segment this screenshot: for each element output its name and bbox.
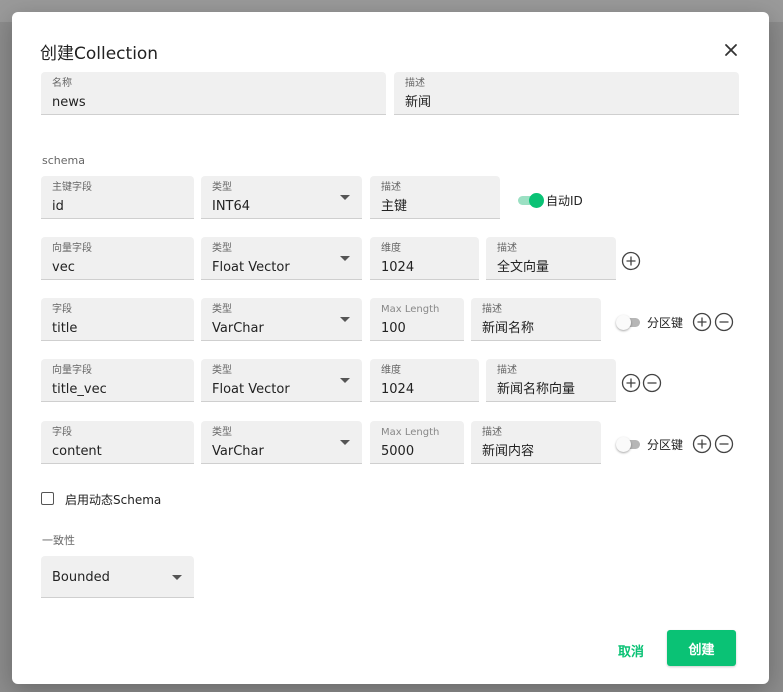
vector-field-name-input[interactable]: 向量字段 title_vec: [41, 359, 194, 402]
field-name-value: id: [52, 199, 64, 214]
chevron-down-icon: [340, 317, 350, 322]
partition-key-label: 分区键: [647, 438, 684, 452]
scalar-field-description-input[interactable]: 描述 新闻名称: [471, 298, 601, 341]
field-type-value: VarChar: [212, 444, 264, 459]
vector-field-dimension-input[interactable]: 维度 1024: [370, 237, 479, 280]
max-length-input[interactable]: Max Length 100: [370, 298, 464, 341]
collection-name-input[interactable]: 名称 news: [41, 72, 386, 115]
field-dimension-label: 维度: [381, 243, 401, 254]
field-type-value: Float Vector: [212, 382, 290, 397]
field-name-value: content: [52, 444, 102, 459]
field-description-label: 描述: [381, 182, 401, 193]
add-circle-icon[interactable]: [692, 312, 712, 332]
consistency-label: 一致性: [42, 534, 75, 547]
chevron-down-icon: [172, 575, 182, 580]
add-circle-icon[interactable]: [621, 373, 641, 393]
consistency-select[interactable]: Bounded: [41, 556, 194, 598]
primary-key-description-input[interactable]: 描述 主键: [370, 176, 500, 219]
field-type-label: 类型: [212, 304, 232, 315]
field-description-value: 新闻名称: [482, 321, 535, 336]
field-dimension-value: 1024: [381, 260, 415, 275]
vector-field-description-input[interactable]: 描述 全文向量: [486, 237, 616, 280]
field-description-label: 描述: [497, 365, 517, 376]
vector-field-type-select[interactable]: 类型 Float Vector: [201, 237, 362, 280]
scalar-field-description-input[interactable]: 描述 新闻内容: [471, 421, 601, 464]
collection-name-label: 名称: [52, 78, 72, 89]
collection-description-value: 新闻: [405, 95, 432, 110]
field-description-value: 新闻名称向量: [497, 382, 576, 397]
field-dimension-label: 维度: [381, 365, 401, 376]
dynamic-schema-checkbox[interactable]: [41, 492, 54, 505]
scalar-field-name-input[interactable]: 字段 title: [41, 298, 194, 341]
field-name-value: title: [52, 321, 78, 336]
collection-description-input[interactable]: 描述 新闻: [394, 72, 739, 115]
field-name-label: 主键字段: [52, 182, 92, 193]
max-length-input[interactable]: Max Length 5000: [370, 421, 464, 464]
field-type-label: 类型: [212, 427, 232, 438]
chevron-down-icon: [340, 195, 350, 200]
schema-section-label: schema: [42, 154, 85, 167]
add-circle-icon[interactable]: [692, 434, 712, 454]
field-description-label: 描述: [482, 427, 502, 438]
collection-name-value: news: [52, 95, 86, 110]
max-length-value: 5000: [381, 444, 415, 459]
max-length-value: 100: [381, 321, 406, 336]
field-name-value: vec: [52, 260, 75, 275]
field-type-value: INT64: [212, 199, 251, 214]
cancel-button[interactable]: 取消: [610, 640, 652, 660]
consistency-value: Bounded: [52, 570, 110, 585]
field-description-value: 主键: [381, 199, 408, 214]
field-type-label: 类型: [212, 243, 232, 254]
field-type-label: 类型: [212, 365, 232, 376]
field-description-value: 全文向量: [497, 260, 550, 275]
remove-circle-icon[interactable]: [714, 434, 734, 454]
create-button[interactable]: 创建: [667, 630, 736, 666]
dialog-title: 创建Collection: [40, 44, 159, 64]
scalar-field-type-select[interactable]: 类型 VarChar: [201, 298, 362, 341]
vector-field-type-select[interactable]: 类型 Float Vector: [201, 359, 362, 402]
field-name-label: 字段: [52, 304, 72, 315]
remove-circle-icon[interactable]: [714, 312, 734, 332]
field-name-label: 字段: [52, 427, 72, 438]
chevron-down-icon: [340, 440, 350, 445]
chevron-down-icon: [340, 256, 350, 261]
partition-key-toggle[interactable]: [616, 314, 644, 330]
auto-id-label: 自动ID: [546, 194, 583, 208]
dynamic-schema-label: 启用动态Schema: [65, 493, 162, 507]
chevron-down-icon: [340, 378, 350, 383]
max-length-label: Max Length: [381, 427, 440, 438]
field-description-value: 新闻内容: [482, 444, 535, 459]
field-name-label: 向量字段: [52, 365, 92, 376]
primary-key-type-select[interactable]: 类型 INT64: [201, 176, 362, 219]
collection-description-label: 描述: [405, 78, 425, 89]
scalar-field-name-input[interactable]: 字段 content: [41, 421, 194, 464]
create-collection-dialog: 创建Collection 名称 news 描述 新闻 schema 主键字段 i…: [12, 12, 769, 684]
field-name-value: title_vec: [52, 382, 107, 397]
partition-key-label: 分区键: [647, 316, 684, 330]
remove-circle-icon[interactable]: [642, 373, 662, 393]
vector-field-dimension-input[interactable]: 维度 1024: [370, 359, 479, 402]
field-description-label: 描述: [497, 243, 517, 254]
partition-key-toggle[interactable]: [616, 436, 644, 452]
close-icon[interactable]: [723, 42, 739, 58]
field-type-value: VarChar: [212, 321, 264, 336]
field-type-value: Float Vector: [212, 260, 290, 275]
add-circle-icon[interactable]: [621, 251, 641, 271]
field-type-label: 类型: [212, 182, 232, 193]
field-description-label: 描述: [482, 304, 502, 315]
auto-id-toggle[interactable]: [516, 192, 544, 208]
primary-key-name-input[interactable]: 主键字段 id: [41, 176, 194, 219]
scalar-field-type-select[interactable]: 类型 VarChar: [201, 421, 362, 464]
field-dimension-value: 1024: [381, 382, 415, 397]
vector-field-description-input[interactable]: 描述 新闻名称向量: [486, 359, 616, 402]
vector-field-name-input[interactable]: 向量字段 vec: [41, 237, 194, 280]
field-name-label: 向量字段: [52, 243, 92, 254]
max-length-label: Max Length: [381, 304, 440, 315]
